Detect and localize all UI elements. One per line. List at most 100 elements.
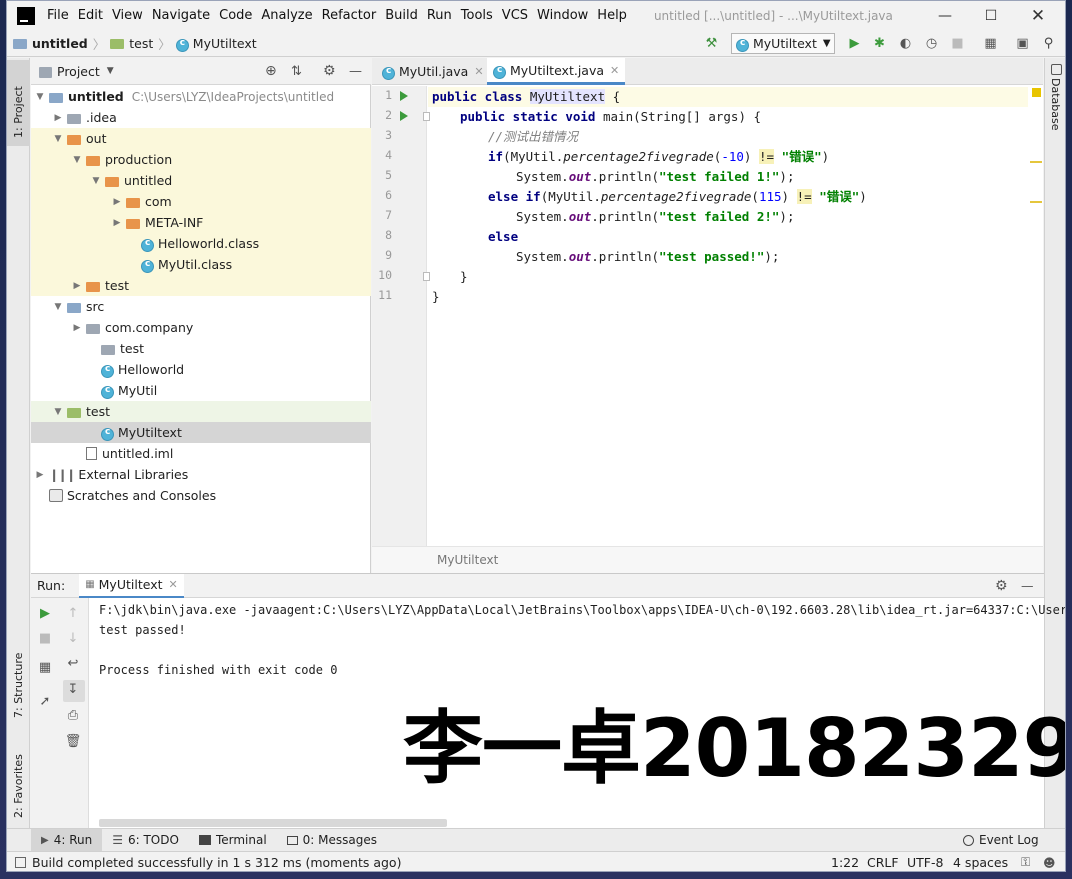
pin-icon[interactable]: ➚	[36, 694, 54, 709]
menu-window[interactable]: Window	[537, 8, 588, 23]
print-icon[interactable]: ⎙	[64, 708, 82, 723]
layout-icon[interactable]: ▦	[36, 660, 54, 675]
menu-file[interactable]: File	[47, 8, 69, 23]
tool-terminal-tab[interactable]: Terminal	[189, 829, 277, 852]
tool-todo-tab[interactable]: ☰ 6: TODO	[102, 829, 189, 852]
gear-icon[interactable]: ⚙	[323, 63, 336, 79]
caret-position[interactable]: 1:22	[831, 855, 859, 870]
inspector-icon[interactable]: ☻	[1043, 856, 1056, 870]
chevron-down-icon[interactable]: ▼	[52, 134, 64, 144]
chevron-down-icon[interactable]: ▼	[107, 66, 114, 76]
collapse-all-icon[interactable]: ⇅	[291, 64, 302, 79]
horizontal-scrollbar[interactable]	[99, 819, 447, 827]
error-stripe-marker[interactable]	[1030, 201, 1042, 203]
chevron-right-icon[interactable]: ▶	[111, 218, 123, 228]
coverage-icon[interactable]: ◐	[898, 36, 913, 51]
menu-navigate[interactable]: Navigate	[152, 8, 210, 23]
tool-run-tab[interactable]: ▶ 4: Run	[31, 828, 103, 852]
run-class-gutter-icon[interactable]	[400, 91, 408, 101]
tab-myutiltext-java[interactable]: MyUtiltext.java ✕	[487, 58, 626, 85]
up-arrow-icon[interactable]: ↑	[64, 606, 82, 621]
hide-panel-icon[interactable]: —	[349, 64, 362, 79]
profile-icon[interactable]: ◷	[924, 36, 939, 51]
chevron-down-icon[interactable]: ▼	[34, 92, 46, 102]
error-stripe-marker[interactable]	[1030, 161, 1042, 163]
chevron-right-icon[interactable]: ▶	[111, 197, 123, 207]
project-view-title[interactable]: Project	[57, 64, 100, 79]
tree-item-untitled-iml[interactable]: untitled.iml	[31, 443, 371, 464]
search-icon[interactable]: ⚲	[1041, 36, 1056, 51]
chevron-down-icon[interactable]: ▼	[52, 407, 64, 417]
chevron-down-icon[interactable]: ▼	[52, 302, 64, 312]
fold-marker-icon[interactable]	[423, 112, 430, 121]
project-structure-icon[interactable]: ▦	[983, 36, 998, 51]
debug-bug-icon[interactable]: ✱	[872, 36, 887, 51]
menu-tools[interactable]: Tools	[461, 8, 493, 23]
stop-icon[interactable]: ■	[950, 36, 965, 51]
breadcrumb-project[interactable]: untitled	[32, 36, 88, 51]
tree-item-src[interactable]: ▼ src	[31, 296, 371, 317]
run-tab-myutiltext[interactable]: ▦ MyUtiltext ✕	[79, 573, 184, 598]
chevron-down-icon[interactable]: ▼	[71, 155, 83, 165]
rerun-icon[interactable]: ▶	[36, 606, 54, 621]
editor-breadcrumb[interactable]: MyUtiltext	[372, 546, 1043, 573]
tree-item-myutiltext[interactable]: MyUtiltext	[31, 422, 371, 443]
file-encoding[interactable]: UTF-8	[907, 855, 943, 870]
tree-item-helloworld-class[interactable]: Helloworld.class	[31, 233, 371, 254]
tool-messages-tab[interactable]: 0: Messages	[277, 829, 387, 852]
tree-item-meta-inf[interactable]: ▶ META-INF	[31, 212, 371, 233]
breadcrumb-class[interactable]: MyUtiltext	[193, 36, 257, 51]
chevron-right-icon[interactable]: ▶	[71, 323, 83, 333]
hide-panel-icon[interactable]: —	[1021, 578, 1034, 593]
soft-wrap-icon[interactable]: ↩	[64, 656, 82, 671]
tree-item-helloworld[interactable]: Helloworld	[31, 359, 371, 380]
maximize-button[interactable]: ☐	[968, 1, 1014, 30]
tree-item-test-root[interactable]: ▼ test	[31, 401, 371, 422]
tree-item-out[interactable]: ▼ out	[31, 128, 371, 149]
menu-help[interactable]: Help	[597, 8, 627, 23]
tree-item-external-libraries[interactable]: ▶ ❙❙❙ External Libraries	[31, 464, 371, 485]
menu-analyze[interactable]: Analyze	[261, 8, 312, 23]
menu-refactor[interactable]: Refactor	[322, 8, 377, 23]
tree-item-com[interactable]: ▶ com	[31, 191, 371, 212]
tree-item-production[interactable]: ▼ production	[31, 149, 371, 170]
tool-project-tab[interactable]: 1: Project	[12, 86, 25, 138]
breadcrumb-test[interactable]: test	[129, 36, 153, 51]
status-message[interactable]: Build completed successfully in 1 s 312 …	[32, 855, 401, 870]
line-separator[interactable]: CRLF	[867, 855, 899, 870]
menu-vcs[interactable]: VCS	[502, 8, 528, 23]
indent-setting[interactable]: 4 spaces	[953, 855, 1008, 870]
close-window-button[interactable]: ✕	[1015, 1, 1061, 30]
run-icon[interactable]: ▶	[847, 36, 862, 51]
tree-item-untitled-root[interactable]: ▼ untitled C:\Users\LYZ\IdeaProjects\unt…	[31, 86, 371, 107]
lock-icon[interactable]: ⚿	[1021, 855, 1030, 870]
tool-event-log-tab[interactable]: Event Log	[953, 829, 1049, 852]
chevron-right-icon[interactable]: ▶	[52, 113, 64, 123]
locate-target-icon[interactable]: ⊕	[265, 63, 277, 79]
tree-item-com-company[interactable]: ▶ com.company	[31, 317, 371, 338]
scroll-to-end-icon[interactable]: ↧	[64, 682, 82, 697]
tree-item-out-test[interactable]: ▶ test	[31, 275, 371, 296]
close-icon[interactable]: ✕	[169, 578, 178, 591]
tool-structure-tab[interactable]: 7: Structure	[12, 653, 25, 718]
gear-icon[interactable]: ⚙	[995, 578, 1008, 594]
run-configuration-select[interactable]: MyUtiltext ▼	[731, 33, 835, 54]
console-output[interactable]: F:\jdk\bin\java.exe -javaagent:C:\Users\…	[99, 600, 1065, 684]
tree-item-src-test[interactable]: test	[31, 338, 371, 359]
presentation-icon[interactable]: ▣	[1015, 36, 1030, 51]
run-main-gutter-icon[interactable]	[400, 111, 408, 121]
menu-run[interactable]: Run	[427, 8, 452, 23]
fold-marker-icon[interactable]	[423, 272, 430, 281]
minimize-button[interactable]: —	[922, 1, 968, 30]
chevron-right-icon[interactable]: ▶	[34, 470, 46, 480]
menu-build[interactable]: Build	[385, 8, 418, 23]
tool-database-tab[interactable]: Database	[1049, 78, 1062, 131]
close-icon[interactable]: ✕	[474, 65, 483, 78]
build-hammer-icon[interactable]: ⚒	[704, 36, 719, 51]
tool-favorites-tab[interactable]: 2: Favorites	[12, 754, 25, 818]
tree-item-myutil[interactable]: MyUtil	[31, 380, 371, 401]
tree-item-idea[interactable]: ▶ .idea	[31, 107, 371, 128]
chevron-down-icon[interactable]: ▼	[90, 176, 102, 186]
close-icon[interactable]: ✕	[610, 64, 619, 77]
menu-code[interactable]: Code	[219, 8, 252, 23]
